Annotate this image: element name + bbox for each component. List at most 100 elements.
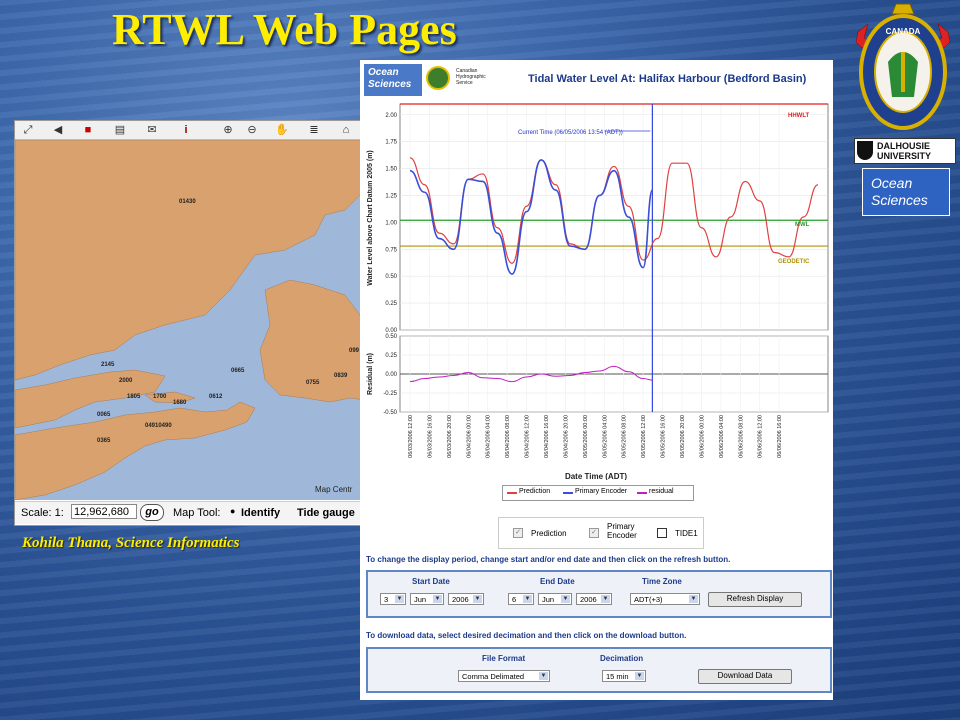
y-tick-label: 1.50	[385, 167, 397, 173]
map-panel: ⤢ ◀ ■ ▤ ✉ i ⊕ ⊖ ✋ ≣ ⌂ 01430 2145 2000 17…	[14, 120, 366, 526]
legend-item: Prediction	[519, 488, 551, 495]
start-day-select[interactable]: 3 ▼	[380, 593, 406, 605]
decimation-select[interactable]: 15 min ▼	[602, 670, 646, 682]
x-tick-label: 06/04/2006 08:00	[505, 415, 511, 458]
x-tick-label: 06/05/2006 08:00	[622, 415, 628, 458]
map-scale-bar: Scale: 1: 12,962,680 go Map Tool: ● Iden…	[15, 501, 365, 524]
dalhousie-text: DALHOUSIE UNIVERSITY	[877, 141, 932, 161]
y-tick-label: 1.00	[385, 220, 397, 226]
x-tick-label: 06/04/2006 00:00	[466, 415, 472, 458]
go-button[interactable]: go	[140, 504, 164, 521]
identify-icon[interactable]: i	[179, 123, 193, 137]
zoom-extent-icon[interactable]: ⤢	[21, 123, 35, 137]
residual-tick-label: 0.50	[385, 334, 397, 340]
station-label: 0839	[334, 373, 348, 379]
zoom-out-icon[interactable]: ⊖	[245, 123, 259, 137]
current-time-label: Current Time (06/05/2006 13:54 (ADT))	[518, 130, 623, 136]
station-label: 1700	[153, 394, 167, 400]
mwl-label: MWL	[795, 222, 810, 228]
time-zone-label: Time Zone	[642, 577, 682, 586]
x-tick-label: 06/04/2006 04:00	[486, 415, 492, 458]
map-toolbar: ⤢ ◀ ■ ▤ ✉ i ⊕ ⊖ ✋ ≣ ⌂	[15, 121, 365, 140]
station-label: 1805	[127, 394, 141, 400]
x-tick-label: 06/04/2006 16:00	[544, 415, 550, 458]
x-tick-label: 06/05/2006 04:00	[602, 415, 608, 458]
record-icon[interactable]: ■	[81, 123, 95, 137]
residual-tick-label: 0.00	[385, 372, 397, 378]
crest-title: CANADA	[886, 27, 921, 36]
start-date-label: Start Date	[412, 577, 450, 586]
station-label: 01430	[179, 199, 196, 205]
dalhousie-shield-icon	[857, 141, 873, 160]
end-year-select[interactable]: 2006 ▼	[576, 593, 612, 605]
station-label: 0755	[306, 380, 320, 386]
back-icon[interactable]: ◀	[51, 123, 65, 137]
download-form: File Format Decimation Comma Delimated ▼ …	[366, 647, 832, 693]
station-label: 0612	[209, 394, 223, 400]
checkbox-label: TIDE1	[675, 529, 698, 538]
y-tick-label: 1.25	[385, 193, 397, 199]
residual-y-axis-label: Residual (m)	[367, 353, 374, 395]
tide1-checkbox[interactable]	[657, 528, 667, 538]
mail-icon[interactable]: ✉	[145, 123, 159, 137]
start-year-select[interactable]: 2006 ▼	[448, 593, 484, 605]
layers-icon[interactable]: ≣	[307, 123, 321, 137]
primary-encoder-checkbox[interactable]: ✓	[589, 528, 599, 538]
y-axis-label: Water Level above Chart Datum 2005 (m)	[367, 150, 374, 286]
time-zone-select[interactable]: ADT(+3) ▼	[630, 593, 700, 605]
print-icon[interactable]: ▤	[113, 123, 127, 137]
file-format-select[interactable]: Comma Delimated ▼	[458, 670, 550, 682]
identify-radio-icon[interactable]: ●	[230, 506, 235, 516]
x-tick-label: 06/03/2006 20:00	[447, 415, 453, 458]
scale-label: Scale: 1:	[21, 507, 64, 519]
x-tick-label: 06/05/2006 20:00	[680, 415, 686, 458]
prediction-swatch	[507, 492, 517, 494]
end-day-select[interactable]: 6 ▼	[508, 593, 534, 605]
download-data-button[interactable]: Download Data	[698, 669, 792, 684]
download-instruction: To download data, select desired decimat…	[366, 631, 687, 640]
identify-label: Identify	[241, 507, 281, 519]
station-label: 1680	[173, 400, 187, 406]
date-range-form: Start Date End Date Time Zone 3 ▼ Jun ▼ 20…	[366, 570, 832, 618]
residual-tick-label: 0.25	[385, 353, 397, 359]
residual-tick-label: -0.25	[383, 391, 397, 397]
residual-tick-label: -0.50	[383, 410, 397, 416]
station-label: 2000	[119, 378, 133, 384]
settings-icon[interactable]: ⌂	[339, 123, 353, 137]
y-tick-label: 2.00	[385, 113, 397, 119]
station-label: 099	[349, 348, 360, 354]
x-tick-label: 06/05/2006 00:00	[583, 415, 589, 458]
prediction-checkbox[interactable]: ✓	[513, 528, 523, 538]
refresh-display-button[interactable]: Refresh Display	[708, 592, 802, 607]
scale-input[interactable]: 12,962,680	[71, 504, 137, 519]
y-tick-label: 0.75	[385, 247, 397, 253]
dalhousie-logo: DALHOUSIE UNIVERSITY	[854, 138, 956, 164]
x-tick-label: 06/05/2006 12:00	[641, 415, 647, 458]
end-month-select[interactable]: Jun ▼	[538, 593, 572, 605]
residual-swatch	[637, 492, 647, 494]
refresh-instruction: To change the display period, change sta…	[366, 555, 731, 564]
ocean-sciences-badge: Ocean Sciences	[862, 168, 950, 216]
y-tick-label: 1.75	[385, 140, 397, 146]
x-tick-label: 06/03/2006 12:00	[408, 415, 414, 458]
tide-gauge-label: Tide gauge	[297, 507, 355, 519]
end-date-label: End Date	[540, 577, 575, 586]
map-area[interactable]: 01430 2145 2000 1700 1805 1680 0612 0665…	[15, 140, 365, 500]
geodetic-label: GEODETIC	[778, 259, 810, 265]
tide-plot-page: Ocean Sciences Canadian Hydrographic Ser…	[360, 60, 833, 700]
encoder-swatch	[563, 492, 573, 494]
start-month-select[interactable]: Jun ▼	[410, 593, 444, 605]
slide-title: RTWL Web Pages	[112, 5, 457, 54]
station-label: 04910490	[145, 423, 172, 429]
map-tool-label: Map Tool:	[173, 507, 221, 519]
legend-item: residual	[649, 488, 674, 495]
hhwlt-label: HHWLT	[788, 113, 810, 119]
x-tick-label: 06/06/2006 16:00	[777, 415, 783, 458]
series-checkboxes: ✓ Prediction ✓ Primary Encoder TIDE1	[498, 517, 704, 549]
x-tick-label: 06/06/2006 12:00	[758, 415, 764, 458]
decimation-label: Decimation	[600, 654, 644, 663]
water-level-plot-frame	[399, 103, 829, 331]
x-tick-label: 06/03/2006 16:00	[427, 415, 433, 458]
zoom-in-icon[interactable]: ⊕	[221, 123, 235, 137]
pan-icon[interactable]: ✋	[275, 123, 289, 137]
